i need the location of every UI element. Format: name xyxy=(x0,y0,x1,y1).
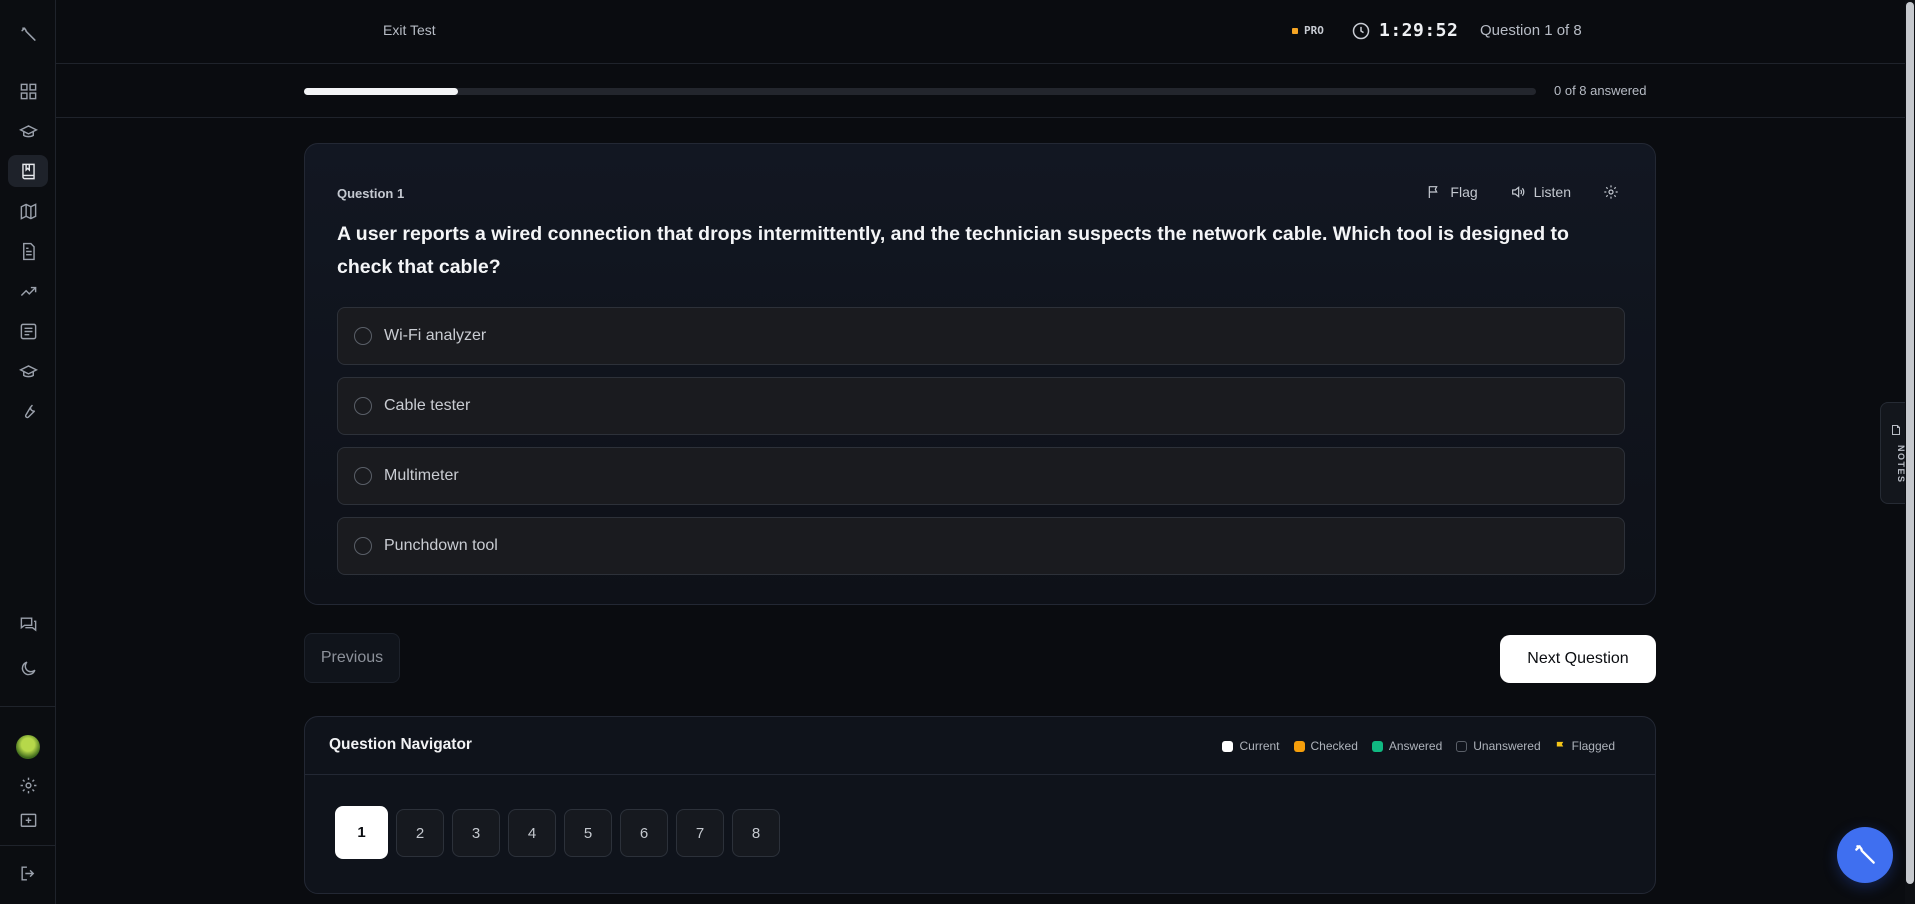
legend-current: Current xyxy=(1222,739,1280,753)
flag-icon xyxy=(1556,741,1563,751)
feedback-icon[interactable] xyxy=(8,805,48,837)
legend-swatch xyxy=(1456,740,1468,752)
graduation-cap-icon[interactable] xyxy=(8,355,48,387)
question-nav-7[interactable]: 7 xyxy=(676,809,724,857)
notes-label: NOTES xyxy=(1896,445,1906,484)
radio-icon xyxy=(354,327,372,345)
wrench-icon[interactable] xyxy=(8,395,48,427)
answer-option-label: Multimeter xyxy=(384,467,459,484)
logout-icon[interactable] xyxy=(8,857,48,889)
timer: 1:29:52 xyxy=(1379,20,1459,41)
radio-icon xyxy=(354,467,372,485)
sidebar xyxy=(0,0,56,904)
exit-test-button[interactable]: Exit Test xyxy=(383,22,436,38)
legend-swatch xyxy=(1222,740,1234,752)
navigator-header: Question Navigator Current Checked Answe… xyxy=(305,717,1655,775)
sidebar-divider xyxy=(0,845,56,846)
question-nav-5[interactable]: 5 xyxy=(564,809,612,857)
flag-icon xyxy=(1429,186,1439,198)
graduation-cap-icon[interactable] xyxy=(8,115,48,147)
legend-swatch xyxy=(1371,740,1383,752)
answered-count: 0 of 8 answered xyxy=(1554,83,1647,98)
note-icon xyxy=(1892,425,1900,435)
document-icon[interactable] xyxy=(8,235,48,267)
listen-label: Listen xyxy=(1533,184,1571,200)
navigator-numbers: 1 2 3 4 5 6 7 8 xyxy=(335,806,780,859)
previous-button[interactable]: Previous xyxy=(304,633,400,683)
legend-swatch xyxy=(1293,740,1305,752)
question-actions: Flag Listen xyxy=(1426,184,1619,200)
speaker-icon xyxy=(1511,186,1524,198)
question-card: Question 1 Flag Listen A user reports a … xyxy=(304,143,1656,605)
progress-row: 0 of 8 answered xyxy=(56,64,1905,118)
question-nav-6[interactable]: 6 xyxy=(620,809,668,857)
map-icon[interactable] xyxy=(8,195,48,227)
avatar[interactable] xyxy=(16,735,40,759)
pro-dot xyxy=(1292,27,1298,34)
list-icon[interactable] xyxy=(8,315,48,347)
chat-icon[interactable] xyxy=(8,608,48,640)
answer-option[interactable]: Punchdown tool xyxy=(337,517,1625,575)
flag-button[interactable]: Flag xyxy=(1426,184,1478,200)
question-nav-1[interactable]: 1 xyxy=(335,806,388,859)
sidebar-divider xyxy=(0,706,56,707)
top-bar: Exit Test PRO 1:29:52 Question 1 of 8 xyxy=(56,0,1915,64)
pro-label: PRO xyxy=(1304,24,1324,37)
gear-icon xyxy=(1604,185,1618,199)
legend-label: Flagged xyxy=(1571,739,1615,753)
book-icon[interactable] xyxy=(8,155,48,187)
legend-checked: Checked xyxy=(1293,739,1358,753)
legend-label: Current xyxy=(1239,739,1280,753)
legend-label: Answered xyxy=(1388,739,1443,753)
assistant-logo-icon xyxy=(1855,845,1875,864)
radio-icon xyxy=(354,537,372,555)
next-question-button[interactable]: Next Question xyxy=(1500,635,1656,683)
answer-option-label: Wi-Fi analyzer xyxy=(384,327,487,344)
legend-flagged: Flagged xyxy=(1555,739,1615,753)
gear-icon[interactable] xyxy=(8,769,48,801)
answer-option-label: Punchdown tool xyxy=(384,537,498,554)
answer-option[interactable]: Wi-Fi analyzer xyxy=(337,307,1625,365)
navigator-title: Question Navigator xyxy=(329,736,472,753)
scrollbar-thumb[interactable] xyxy=(1906,2,1914,884)
question-label: Question 1 xyxy=(337,186,405,201)
settings-button[interactable] xyxy=(1603,184,1619,200)
question-nav-8[interactable]: 8 xyxy=(732,809,780,857)
listen-button[interactable]: Listen xyxy=(1510,184,1571,200)
trending-icon[interactable] xyxy=(8,275,48,307)
logo-icon[interactable] xyxy=(8,18,48,50)
moon-icon[interactable] xyxy=(8,652,48,684)
clock-icon xyxy=(1352,22,1370,40)
legend-label: Unanswered xyxy=(1473,739,1541,753)
question-nav-4[interactable]: 4 xyxy=(508,809,556,857)
flag-label: Flag xyxy=(1450,184,1478,200)
radio-icon xyxy=(354,397,372,415)
question-counter: Question 1 of 8 xyxy=(1480,22,1582,39)
legend-unanswered: Unanswered xyxy=(1456,739,1541,753)
question-text: A user reports a wired connection that d… xyxy=(337,223,1569,278)
assistant-button[interactable] xyxy=(1837,827,1893,883)
question-nav-3[interactable]: 3 xyxy=(452,809,500,857)
progress-fill xyxy=(304,88,458,95)
question-nav-2[interactable]: 2 xyxy=(396,809,444,857)
pro-badge: PRO xyxy=(1292,24,1324,37)
legend-label: Checked xyxy=(1310,739,1358,753)
dashboard-icon[interactable] xyxy=(8,75,48,107)
question-navigator: Question Navigator Current Checked Answe… xyxy=(304,716,1656,894)
progress-bar xyxy=(304,88,1536,95)
navigator-legend: Current Checked Answered Unanswered Flag… xyxy=(1222,739,1615,753)
answer-option[interactable]: Cable tester xyxy=(337,377,1625,435)
answer-option-label: Cable tester xyxy=(384,397,471,414)
legend-answered: Answered xyxy=(1371,739,1443,753)
answer-option[interactable]: Multimeter xyxy=(337,447,1625,505)
